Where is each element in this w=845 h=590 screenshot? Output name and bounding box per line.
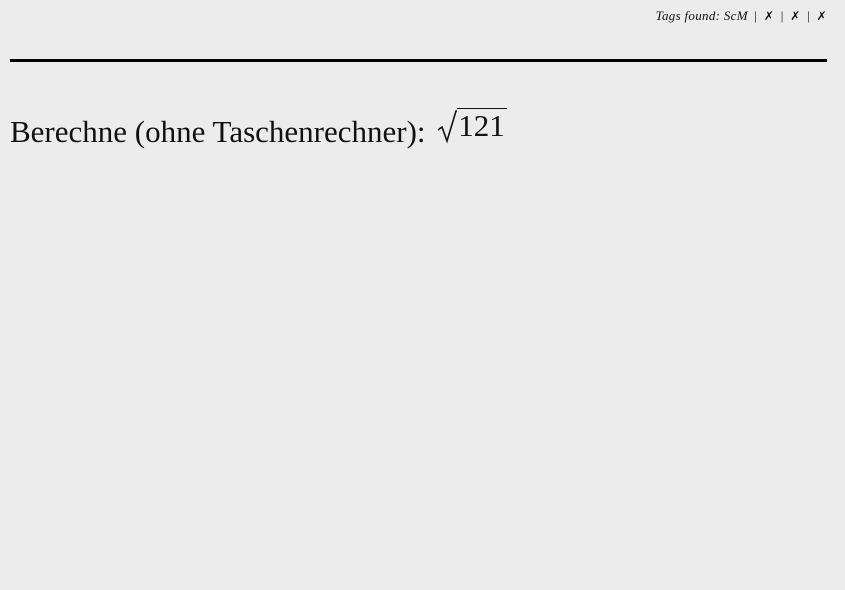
tag-missing-3: ✗ (816, 9, 827, 23)
radicand: 121 (457, 108, 507, 143)
horizontal-divider (10, 59, 827, 62)
question-text: Berechne (ohne Taschenrechner): 121 (10, 108, 507, 154)
tag-separator: | (780, 8, 784, 23)
tags-label: Tags found: (655, 8, 721, 23)
tag-separator: | (807, 8, 811, 23)
tag-missing-2: ✗ (790, 9, 801, 23)
square-root-icon (437, 110, 458, 144)
tags-found-bar: Tags found: ScM | ✗ | ✗ | ✗ (656, 8, 827, 24)
tag-scm: ScM (723, 8, 748, 23)
tag-separator: | (754, 8, 758, 23)
square-root-expression: 121 (437, 108, 507, 144)
question-prefix: Berechne (ohne Taschenrechner): (10, 114, 426, 149)
tag-missing-1: ✗ (763, 9, 775, 23)
